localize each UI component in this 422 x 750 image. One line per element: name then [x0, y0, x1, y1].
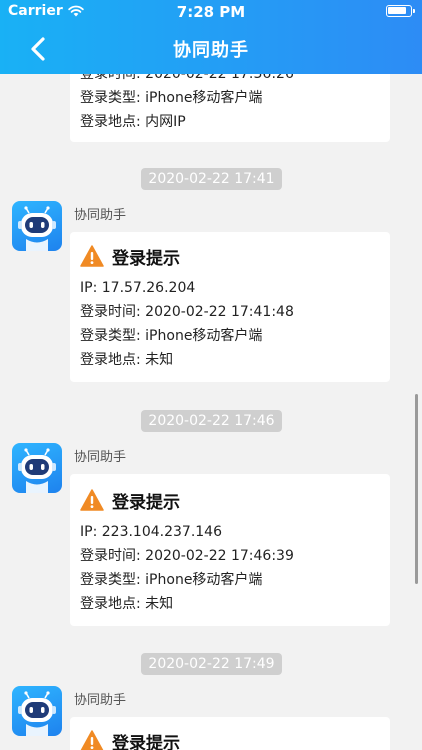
card-title-text: 登录提示 — [112, 248, 180, 269]
timestamp-pill: 2020-02-22 17:49 — [141, 653, 282, 675]
scroll-indicator[interactable] — [415, 394, 418, 584]
login-type-row: 登录类型: iPhone移动客户端 — [80, 324, 380, 348]
message-feed[interactable]: 登录时间: 2020-02-22 17:36:26 登录类型: iPhone移动… — [0, 74, 422, 750]
login-time-label: 登录时间: — [80, 74, 141, 82]
login-time-value: 2020-02-22 17:41:48 — [145, 304, 294, 320]
login-time-label: 登录时间: — [80, 548, 141, 564]
login-type-value: iPhone移动客户端 — [145, 572, 263, 588]
login-location-row: 登录地点: 内网IP — [80, 110, 380, 134]
message-card: 登录提示 — [70, 717, 390, 750]
login-type-label: 登录类型: — [80, 90, 141, 106]
card-title: 登录提示 — [80, 236, 380, 276]
ip-row: IP: 17.57.26.204 — [80, 276, 380, 300]
robot-avatar-icon[interactable] — [12, 686, 62, 736]
card-title: 登录提示 — [80, 480, 380, 520]
login-time-label: 登录时间: — [80, 304, 141, 320]
status-time: 7:28 PM — [176, 3, 246, 21]
login-location-label: 登录地点: — [80, 114, 141, 130]
ip-value: 223.104.237.146 — [101, 524, 222, 540]
message-card: 登录提示 IP: 17.57.26.204 登录时间: 2020-02-22 1… — [70, 232, 390, 382]
nav-bar: 协同助手 — [0, 24, 422, 74]
ip-label: IP: — [80, 524, 98, 540]
warning-icon — [80, 730, 104, 750]
login-type-row: 登录类型: iPhone移动客户端 — [80, 568, 380, 592]
login-time-row: 登录时间: 2020-02-22 17:36:26 — [80, 74, 380, 86]
card-title-text: 登录提示 — [112, 733, 180, 750]
login-location-row: 登录地点: 未知 — [80, 348, 380, 372]
sender-name: 协同助手 — [74, 693, 127, 708]
login-location-value: 未知 — [145, 352, 174, 368]
login-location-label: 登录地点: — [80, 352, 141, 368]
login-location-label: 登录地点: — [80, 596, 141, 612]
ip-value: 17.57.26.204 — [101, 280, 196, 296]
sender-name: 协同助手 — [74, 208, 127, 223]
login-location-value: 未知 — [145, 596, 174, 612]
login-time-row: 登录时间: 2020-02-22 17:41:48 — [80, 300, 380, 324]
message-card: 登录提示 IP: 223.104.237.146 登录时间: 2020-02-2… — [70, 474, 390, 626]
login-type-label: 登录类型: — [80, 328, 141, 344]
timestamp-pill: 2020-02-22 17:46 — [141, 410, 282, 432]
robot-avatar-graphic — [18, 206, 56, 251]
login-location-value: 内网IP — [145, 114, 186, 130]
login-location-row: 登录地点: 未知 — [80, 592, 380, 616]
login-type-label: 登录类型: — [80, 572, 141, 588]
login-time-value: 2020-02-22 17:46:39 — [145, 548, 294, 564]
robot-avatar-graphic — [18, 448, 56, 493]
timestamp-pill: 2020-02-22 17:41 — [141, 168, 282, 190]
card-title-text: 登录提示 — [112, 492, 180, 513]
ip-label: IP: — [80, 280, 98, 296]
ip-row: IP: 223.104.237.146 — [80, 520, 380, 544]
sender-name: 协同助手 — [74, 450, 127, 465]
robot-avatar-icon[interactable] — [12, 201, 62, 251]
login-time-value: 2020-02-22 17:36:26 — [145, 74, 294, 82]
header: Carrier 7:28 PM 协同助手 — [0, 0, 422, 74]
robot-avatar-graphic — [18, 691, 56, 736]
page-title: 协同助手 — [173, 40, 249, 61]
message-card: 登录时间: 2020-02-22 17:36:26 登录类型: iPhone移动… — [70, 74, 390, 142]
login-type-row: 登录类型: iPhone移动客户端 — [80, 86, 380, 110]
warning-icon — [80, 245, 104, 267]
login-type-value: iPhone移动客户端 — [145, 90, 263, 106]
login-type-value: iPhone移动客户端 — [145, 328, 263, 344]
warning-icon — [80, 489, 104, 511]
status-bar: Carrier 7:28 PM — [0, 0, 422, 24]
battery-icon — [386, 5, 415, 17]
login-time-row: 登录时间: 2020-02-22 17:46:39 — [80, 544, 380, 568]
robot-avatar-icon[interactable] — [12, 443, 62, 493]
card-title: 登录提示 — [80, 721, 380, 750]
